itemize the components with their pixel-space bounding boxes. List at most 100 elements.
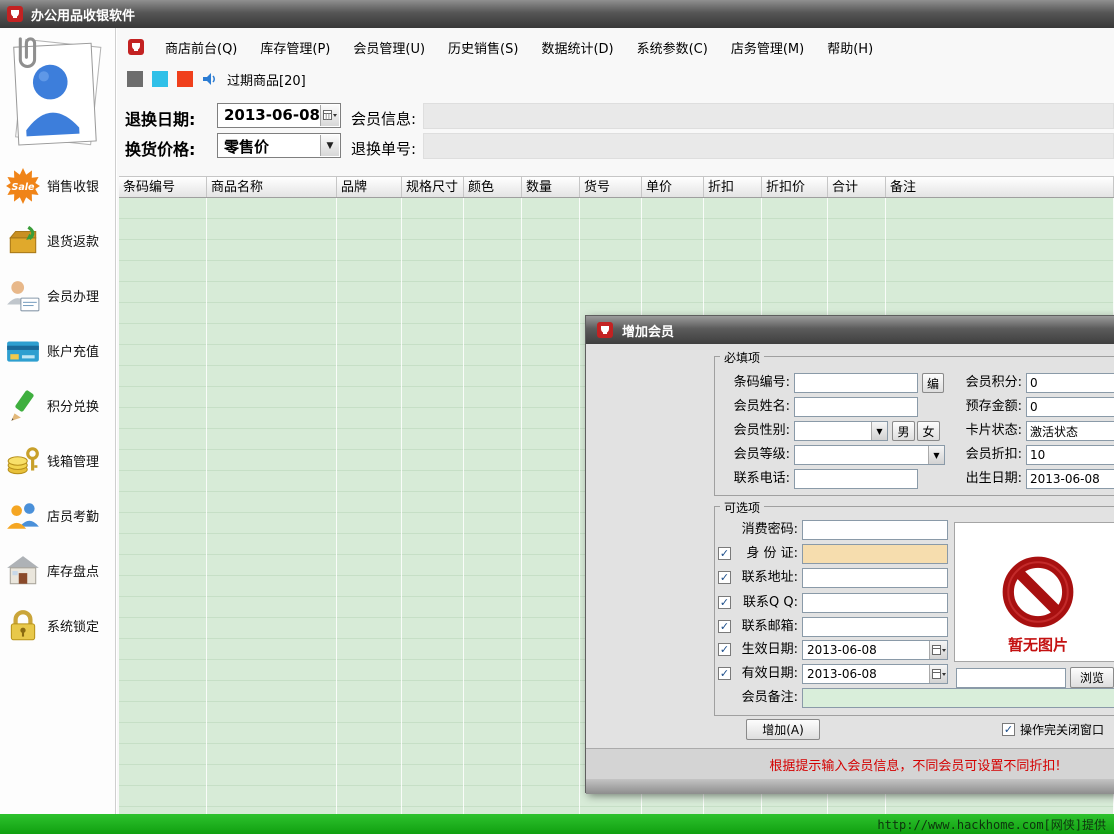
combo-dropdown-button[interactable]: ▼ [320,135,339,156]
window-titlebar[interactable]: 办公用品收银软件 [0,0,1114,28]
add-member-button[interactable]: 增加(A) [746,719,820,740]
sidebar-item-return-refund[interactable]: 退货返款 [0,213,115,268]
menu-store-front[interactable]: 商店前台(Q) [162,36,240,59]
phone-input[interactable] [794,469,918,489]
sale-icon: Sale [5,168,41,204]
photo-path-input[interactable] [956,668,1066,688]
id-number-input[interactable] [802,544,948,564]
address-input[interactable] [802,568,948,588]
skin-swatch-cyan[interactable] [152,71,168,87]
card-status-input[interactable] [1026,421,1114,441]
email-input[interactable] [802,617,948,637]
gender-combobox[interactable]: ▼ [794,421,888,441]
birth-date-input[interactable] [1026,469,1114,489]
gender-dropdown-button[interactable]: ▼ [871,422,887,440]
member-level-label: 会员等级: [714,445,790,465]
return-box-icon [5,223,41,259]
sidebar-item-label: 销售收银 [47,176,99,195]
two-people-icon [5,498,41,534]
menu-store-manage[interactable]: 店务管理(M) [728,36,807,59]
menu-sales-history[interactable]: 历史销售(S) [445,36,521,59]
valid-date-picker[interactable]: 2013-06-08 [802,664,948,684]
member-remark-input[interactable] [802,688,1114,708]
address-label: 联系地址: [726,568,798,588]
member-level-combobox[interactable]: ▼ [794,445,945,465]
effective-calendar-button[interactable] [929,641,947,659]
col-header-qty[interactable]: 数量 [522,177,580,197]
close-after-option: 操作完关闭窗口 [1002,721,1104,738]
skin-swatch-red[interactable] [177,71,193,87]
qq-input[interactable] [802,593,948,613]
menu-system-params[interactable]: 系统参数(C) [634,36,711,59]
valid-calendar-button[interactable] [929,665,947,683]
member-name-input[interactable] [794,397,918,417]
col-header-discount-price[interactable]: 折扣价 [762,177,828,197]
col-header-item-no[interactable]: 货号 [580,177,642,197]
col-header-remark[interactable]: 备注 [886,177,1114,197]
barcode-input[interactable] [794,373,918,393]
sidebar-nav: Sale 销售收银 退货返款 [0,158,115,653]
sidebar-item-member-service[interactable]: 会员办理 [0,268,115,323]
effective-date-picker[interactable]: 2013-06-08 [802,640,948,660]
skin-toolbar: 过期商品[20] [127,66,306,92]
member-remark-label: 会员备注: [726,688,798,708]
sidebar-item-system-lock[interactable]: 系统锁定 [0,598,115,653]
gender-label: 会员性别: [714,421,790,441]
menu-members[interactable]: 会员管理(U) [350,36,428,59]
dialog-title: 增加会员 [622,321,674,340]
close-after-checkbox[interactable] [1002,723,1015,736]
menubar: 商店前台(Q) 库存管理(P) 会员管理(U) 历史销售(S) 数据统计(D) … [127,34,876,60]
optional-legend: 可选项 [720,499,764,516]
points-input[interactable] [1026,373,1114,393]
menu-inventory[interactable]: 库存管理(P) [257,36,333,59]
phone-label: 联系电话: [714,469,790,489]
browse-button[interactable]: 浏览 [1070,667,1114,688]
sidebar-item-account-recharge[interactable]: 账户充值 [0,323,115,378]
prestore-input[interactable] [1026,397,1114,417]
sidebar-item-label: 系统锁定 [47,616,99,635]
menu-statistics[interactable]: 数据统计(D) [538,36,616,59]
col-header-discount[interactable]: 折扣 [704,177,762,197]
sidebar-item-label: 退货返款 [47,231,99,250]
bank-card-icon [5,333,41,369]
female-button[interactable]: 女 [917,421,940,441]
expired-goods-alert[interactable]: 过期商品[20] [227,70,306,89]
col-header-total[interactable]: 合计 [828,177,886,197]
window-title: 办公用品收银软件 [31,5,135,24]
col-header-unit-price[interactable]: 单价 [642,177,704,197]
sidebar-item-inventory-check[interactable]: 库存盘点 [0,543,115,598]
required-legend: 必填项 [720,349,764,366]
exchange-price-combobox[interactable]: 零售价 ▼ [217,133,341,158]
grid-header: 条码编号 商品名称 品牌 规格尺寸 颜色 数量 货号 单价 折扣 折扣价 合计 … [119,176,1114,198]
exchange-price-value: 零售价 [224,136,269,157]
menu-help[interactable]: 帮助(H) [824,36,876,59]
sidebar-item-cashbox-manage[interactable]: 钱箱管理 [0,433,115,488]
level-dropdown-button[interactable]: ▼ [928,446,944,464]
col-header-barcode[interactable]: 条码编号 [119,177,207,197]
male-button[interactable]: 男 [892,421,915,441]
sidebar-item-sales-cashier[interactable]: Sale 销售收银 [0,158,115,213]
dialog-hint-strip: 根据提示输入会员信息，不同会员可设置不同折扣! [586,748,1114,779]
member-discount-label: 会员折扣: [950,445,1022,465]
dialog-titlebar[interactable]: 增加会员 [586,316,1114,344]
return-date-picker[interactable]: 2013-06-08 [217,103,341,128]
col-header-spec[interactable]: 规格尺寸 [402,177,464,197]
sidebar-item-label: 会员办理 [47,286,99,305]
sidebar-item-staff-attendance[interactable]: 店员考勤 [0,488,115,543]
barcode-label: 条码编号: [714,373,790,393]
member-discount-input[interactable] [1026,445,1114,465]
sidebar-item-label: 账户充值 [47,341,99,360]
skin-swatch-gray[interactable] [127,71,143,87]
warehouse-icon [5,553,41,589]
dialog-logo-icon [596,321,614,339]
calendar-dropdown-button[interactable] [320,105,339,126]
col-header-brand[interactable]: 品牌 [337,177,402,197]
col-header-color[interactable]: 颜色 [464,177,522,197]
col-header-product-name[interactable]: 商品名称 [207,177,337,197]
add-member-dialog: 增加会员 必填项 条码编号: 编 会员积分: 会员姓名: 预存金额: 会员性别:… [585,315,1114,793]
edit-barcode-button[interactable]: 编 [922,373,944,393]
return-date-value: 2013-06-08 [224,106,320,124]
sidebar-item-points-exchange[interactable]: 积分兑换 [0,378,115,433]
password-input[interactable] [802,520,948,540]
statusbar-credit: http://www.hackhome.com[网侠]提供 [877,816,1106,833]
